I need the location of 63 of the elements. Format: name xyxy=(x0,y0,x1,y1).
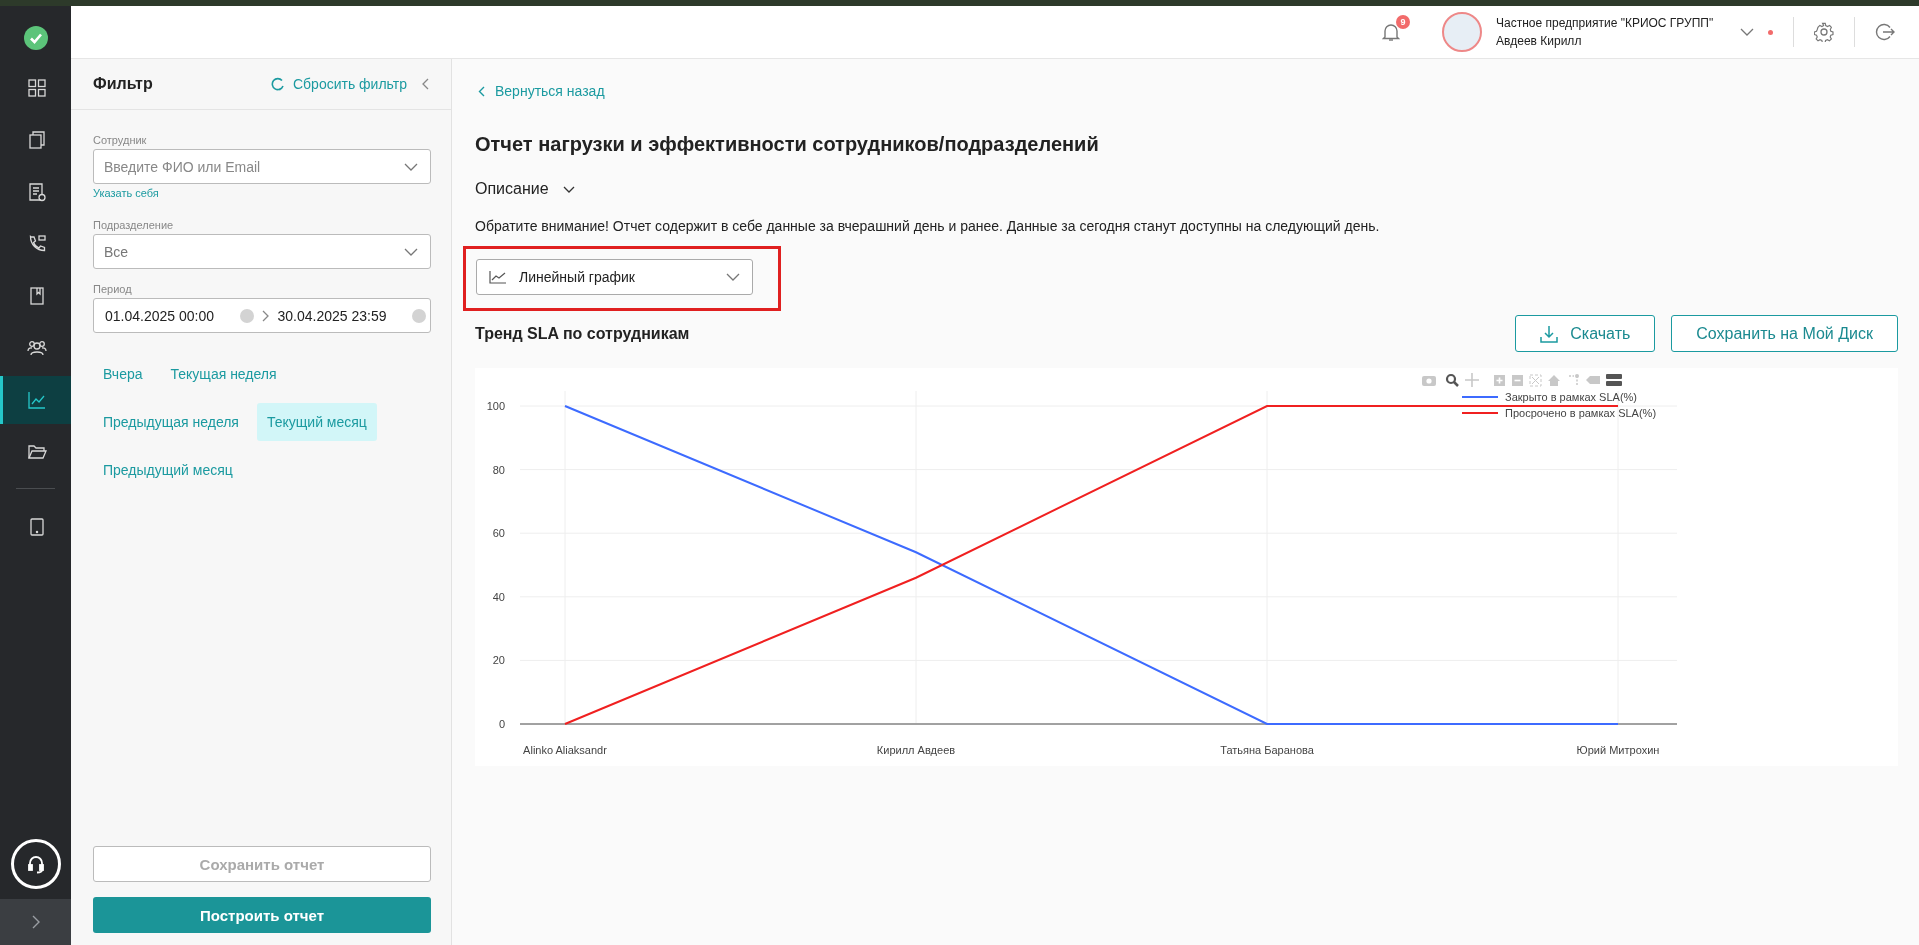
settings-icon[interactable] xyxy=(1814,22,1834,42)
arrow-right-icon xyxy=(261,309,270,322)
date-to-field[interactable]: 30.04.2025 23:59 xyxy=(277,307,404,324)
notification-bell-icon[interactable] xyxy=(1382,22,1400,42)
filter-title: Фильтр xyxy=(93,75,154,93)
department-select[interactable]: Все xyxy=(93,234,431,269)
period-preset-button[interactable]: Предыдущая неделя xyxy=(93,403,249,441)
description-toggle[interactable]: Описание xyxy=(475,180,575,198)
chevron-left-icon xyxy=(478,85,485,97)
user-name: Авдеев Кирилл xyxy=(1496,34,1583,48)
y-axis-tick-label: 100 xyxy=(486,400,505,412)
collapse-panel-icon[interactable] xyxy=(421,78,429,90)
notice-text: Обратите внимание! Отчет содержит в себе данные за вчерашний день и ранее. Данные за сегодня станут доступны на следующий день. xyxy=(475,218,1380,234)
reset-filter-button[interactable]: Сбросить фильтр xyxy=(270,76,407,92)
download-icon xyxy=(1540,324,1559,343)
employee-select[interactable]: Введите ФИО или Email xyxy=(93,149,431,184)
headset-icon xyxy=(25,854,46,874)
period-preset-button[interactable]: Предыдущий месяц xyxy=(93,451,243,489)
field-label: Сотрудник xyxy=(93,134,148,146)
download-button[interactable]: Скачать xyxy=(1515,315,1656,352)
x-axis-category-label: Alinko Aliaksandr xyxy=(523,744,607,756)
period-preset-button[interactable]: Текущий месяц xyxy=(256,403,377,441)
x-axis-category-label: Кирилл Авдеев xyxy=(876,744,956,756)
chevron-right-icon xyxy=(30,915,41,929)
y-axis-tick-label: 60 xyxy=(492,527,505,540)
date-from-field[interactable]: 01.04.2025 00:00 xyxy=(105,307,232,324)
save-to-disk-button[interactable]: Сохранить на Мой Диск xyxy=(1671,315,1898,352)
status-dot-icon xyxy=(1768,29,1773,35)
hover-compare-icon[interactable] xyxy=(1606,374,1622,386)
period-preset-button[interactable]: Вчера xyxy=(93,355,153,393)
chart-nav-icon[interactable] xyxy=(0,376,71,424)
period-preset-button[interactable]: Текущая неделя xyxy=(160,355,287,393)
organization-name: Частное предприятие "КРИОС ГРУПП" xyxy=(1496,16,1715,30)
zoom-icon[interactable] xyxy=(1445,373,1459,387)
y-axis-tick-label: 80 xyxy=(492,463,505,476)
x-axis-category-label: Татьяна Баранова xyxy=(1220,744,1314,756)
field-label: Подразделение xyxy=(93,219,175,231)
build-report-button[interactable]: Построить отчет xyxy=(93,897,431,933)
field-label: Период xyxy=(93,283,133,295)
chevron-down-icon xyxy=(562,185,575,193)
logout-icon[interactable] xyxy=(1875,22,1895,42)
legend-label[interactable]: Закрыто в рамках SLA(%) xyxy=(1505,391,1637,403)
select-self-link[interactable]: Указать себя xyxy=(93,187,431,199)
y-axis-tick-label: 0 xyxy=(498,718,505,730)
y-axis-tick-label: 20 xyxy=(492,654,505,667)
page-title: Отчет нагрузки и эффективности сотрудников/подразделений xyxy=(475,133,1099,156)
reset-icon xyxy=(270,77,285,91)
line-chart-icon xyxy=(489,270,507,284)
notification-count-badge: 9 xyxy=(1396,15,1410,29)
chart-type-select[interactable]: Линейный график xyxy=(476,259,753,295)
app-logo-icon[interactable] xyxy=(21,24,50,52)
legend-label[interactable]: Просрочено в рамках SLA(%) xyxy=(1505,407,1657,419)
chevron-down-icon xyxy=(404,162,418,171)
x-axis-category-label: Юрий Митрохин xyxy=(1576,744,1660,756)
chart-title: Тренд SLA по сотрудникам xyxy=(475,324,690,343)
chevron-down-icon xyxy=(404,247,418,256)
back-link[interactable]: Вернуться назад xyxy=(478,83,605,99)
chevron-down-icon xyxy=(726,273,740,281)
y-axis-tick-label: 40 xyxy=(492,590,505,603)
chevron-down-icon[interactable] xyxy=(1740,28,1754,36)
headset-support-button[interactable] xyxy=(10,839,61,889)
employee-input[interactable]: Введите ФИО или Email xyxy=(104,158,404,175)
avatar-picture[interactable] xyxy=(1442,12,1482,52)
